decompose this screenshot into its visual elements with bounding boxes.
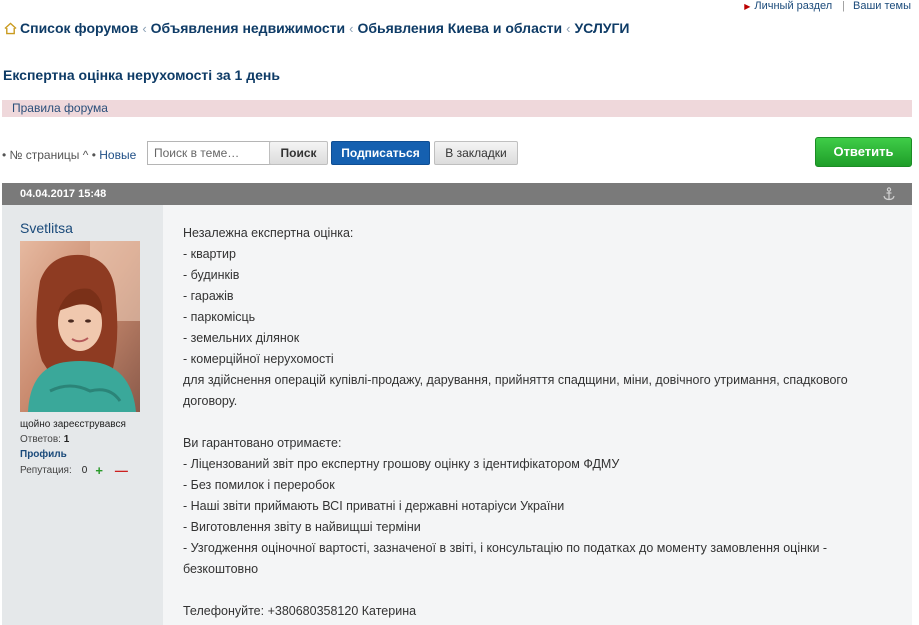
post-text-line: - Ліцензований звіт про експертну грошов… <box>183 457 620 471</box>
post-text-line: Незалежна експертна оцінка: <box>183 226 354 240</box>
pagination: • № страницы ^ • Новые <box>2 148 136 162</box>
post-content: Незалежна експертна оцінка: - квартир - бу… <box>183 223 898 622</box>
author-name[interactable]: Svetlitsa <box>20 220 73 236</box>
profile-link[interactable]: Профиль <box>20 449 67 460</box>
chevron-left-icon: ‹ <box>349 20 354 36</box>
reputation-value: 0 <box>81 465 88 476</box>
author-rank: щойно зареєструвався <box>20 419 126 430</box>
search-input[interactable] <box>147 141 278 165</box>
breadcrumb-forum-list[interactable]: Список форумов <box>20 20 138 36</box>
divider: | <box>842 0 846 12</box>
bookmark-button[interactable]: В закладки <box>434 141 518 165</box>
author-replies: Ответов: 1 <box>20 434 69 445</box>
post-text-line: Ви гарантовано отримаєте: <box>183 436 342 450</box>
reputation-minus-button[interactable]: — <box>115 463 128 478</box>
arrow-right-icon: ▶ <box>744 1 751 11</box>
post-text-line: для здійснення операцій купівлі-продажу,… <box>183 373 848 408</box>
post-author-panel: Svetlitsa щойно зареєструвався Ответов: <box>2 205 163 625</box>
topic-actions: • № страницы ^ • Новые Поиск Подписаться… <box>2 137 913 168</box>
reputation-label: Репутация: <box>20 465 72 476</box>
chevron-left-icon: ‹ <box>566 20 571 36</box>
post-text-line: - комерційної нерухомості <box>183 352 334 366</box>
avatar[interactable] <box>20 241 140 412</box>
reply-button[interactable]: Ответить <box>815 137 912 167</box>
post-body: Незалежна експертна оцінка: - квартир - бу… <box>163 205 912 625</box>
post-text-line: Телефонуйте: +380680358120 Катерина <box>183 604 417 618</box>
anchor-icon[interactable] <box>882 187 896 201</box>
breadcrumb-kyiv[interactable]: Обьявления Киева и области <box>357 20 562 36</box>
post-header: 04.04.2017 15:48 <box>2 183 912 205</box>
breadcrumb: Список форумов ‹ Объявления недвижимости… <box>4 20 629 36</box>
breadcrumb-services[interactable]: УСЛУГИ <box>574 20 629 36</box>
post-text-line: - Узгодження оціночної вартості, зазначе… <box>183 541 828 576</box>
search-button[interactable]: Поиск <box>269 141 328 165</box>
page-number-label: • № страницы ^ • <box>2 148 100 162</box>
chevron-left-icon: ‹ <box>142 20 147 36</box>
subscribe-button[interactable]: Подписаться <box>331 141 430 165</box>
reputation-plus-button[interactable]: + <box>95 463 103 478</box>
your-topics-link[interactable]: Ваши темы <box>853 0 911 12</box>
forum-rules-link[interactable]: Правила форума <box>12 101 108 115</box>
personal-section-link[interactable]: Личный раздел <box>754 0 832 12</box>
post-text-line: - земельних ділянок <box>183 331 300 345</box>
post-text-line: - Наші звіти приймають ВСІ приватні і де… <box>183 499 565 513</box>
home-icon[interactable] <box>4 21 17 35</box>
top-user-links: ▶ Личный раздел | Ваши темы <box>744 0 911 12</box>
breadcrumb-real-estate[interactable]: Объявления недвижимости <box>151 20 345 36</box>
post-text-line: - гаражів <box>183 289 234 303</box>
post-text-line: - паркомісць <box>183 310 256 324</box>
post-text-line: - квартир <box>183 247 236 261</box>
forum-rules-bar: Правила форума <box>2 100 912 117</box>
replies-label: Ответов: <box>20 434 61 445</box>
post-date: 04.04.2017 15:48 <box>20 188 107 200</box>
author-reputation: Репутация: 0 + — <box>20 463 128 478</box>
new-posts-link[interactable]: Новые <box>99 148 136 162</box>
post-text-line: - Без помилок і переробок <box>183 478 335 492</box>
replies-count: 1 <box>63 434 70 445</box>
post-text-line: - Виготовлення звіту в найвищші терміни <box>183 520 421 534</box>
page-title[interactable]: Експертна оцінка нерухомості за 1 день <box>3 67 280 83</box>
post-text-line: - будинків <box>183 268 240 282</box>
